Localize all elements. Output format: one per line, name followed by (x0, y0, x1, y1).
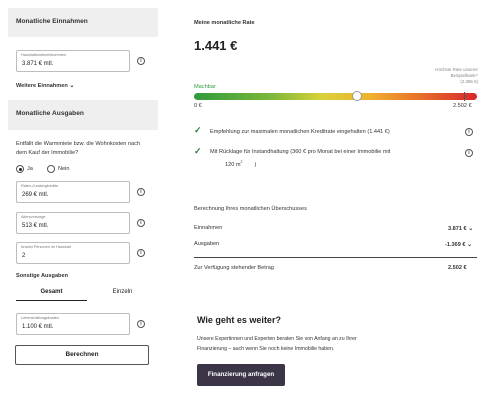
check1-text: Empfehlung zur maximalen monatlichen Kre… (210, 129, 390, 135)
radio-ja[interactable] (16, 165, 24, 173)
altersvorsorge-value: 513 € mtl. (22, 223, 49, 229)
ausgaben-header: Monatliche Ausgaben (8, 100, 158, 130)
tab-einzeln[interactable]: Einzeln (87, 283, 158, 301)
radio-nein-label: Nein (58, 166, 70, 172)
next-title: Wie geht es weiter? (197, 315, 281, 325)
check2-area-end: ) (254, 161, 257, 168)
weitere-einnahmen-toggle[interactable]: Weitere Einnahmen ⌄ (16, 82, 74, 89)
check-icon: ✓ (194, 125, 202, 135)
check-icon: ✓ (194, 146, 202, 156)
info-icon[interactable]: i (465, 149, 473, 157)
nettoeinkommen-field[interactable]: Haushaltsnettoeinkommen 3.871 € mtl. (16, 50, 130, 72)
ausgaben-amount: -1.369 € (445, 242, 466, 248)
check2-area: 120 m2) (225, 160, 256, 168)
max-rate-marker (463, 92, 466, 101)
verfuegung-label: Zur Verfügung stehender Betrag (194, 265, 274, 271)
rate-scale-bar (194, 91, 477, 101)
info-icon[interactable]: i (137, 188, 145, 196)
check2-text: Mit Rücklage für Instandhaltung (360 € p… (210, 149, 391, 155)
personen-value: 2 (22, 253, 26, 259)
rate-value: 1.441 € (194, 38, 238, 53)
rate-slider-knob[interactable] (352, 91, 362, 101)
info-icon[interactable]: i (137, 57, 145, 65)
next-text-1: Unsere Expertinnen und Experten beraten … (197, 336, 357, 342)
nettoeinkommen-value: 3.871 € mtl. (22, 61, 54, 67)
info-icon[interactable]: i (137, 320, 145, 328)
einnahmen-header: Monatliche Einnahmen (8, 8, 158, 37)
chevron-down-icon: ⌄ (468, 226, 474, 232)
weitere-einnahmen-label: Weitere Einnahmen (16, 83, 68, 89)
raten-label: Raten-/Leasingkredite (21, 184, 59, 188)
lebenshaltung-value: 1.100 € mtl. (22, 324, 54, 330)
ausgaben-value[interactable]: -1.369 € ⌄ (445, 241, 472, 248)
next-text-2: Finanzierung – auch wenn Sie noch keine … (197, 346, 335, 352)
einnahmen-label: Einnahmen (194, 225, 223, 231)
personen-label: Anzahl Personen im Haushalt (21, 245, 72, 249)
check2-area-sup: 2 (240, 160, 243, 164)
ausgaben-label: Ausgaben (194, 241, 220, 247)
rate-label: Meine monatliche Rate (194, 20, 255, 26)
nettoeinkommen-label: Haushaltsnettoeinkommen (21, 53, 66, 57)
info-icon[interactable]: i (137, 249, 145, 257)
altersvorsorge-label: Altersvorsorge (21, 215, 46, 219)
ausgaben-tabs: Gesamt Einzeln (8, 283, 150, 301)
verfuegung-value: 2.502 € (448, 265, 467, 271)
scale-min: 0 € (194, 103, 202, 109)
altersvorsorge-field[interactable]: Altersvorsorge 513 € mtl. (16, 212, 130, 234)
info-icon[interactable]: i (137, 219, 145, 227)
chevron-down-icon: ⌄ (69, 83, 75, 89)
divider (194, 257, 477, 258)
check2-area-value: 120 m (225, 161, 241, 168)
chevron-down-icon: ⌄ (467, 242, 473, 248)
scale-max: 2.502 € (453, 103, 472, 109)
sonstige-ausgaben-title: Sonstige Ausgaben (16, 273, 69, 279)
lebenshaltung-field[interactable]: Lebenshaltungskosten 1.100 € mtl. (16, 313, 130, 335)
einnahmen-amount: 3.871 € (448, 226, 467, 232)
berechnen-button[interactable]: Berechnen (15, 345, 149, 365)
radio-nein[interactable] (47, 165, 55, 173)
personen-field[interactable]: Anzahl Personen im Haushalt 2 (16, 242, 130, 264)
max-rate-note: Höchste Rate unserer Beispielbank¹⁾ (2.3… (420, 67, 478, 85)
raten-value: 269 € mtl. (22, 192, 49, 198)
info-icon[interactable]: i (465, 128, 473, 136)
radio-ja-label: Ja (27, 166, 33, 172)
calc-title: Berechnung Ihres monatlichen Überschusse… (194, 206, 307, 212)
tab-gesamt[interactable]: Gesamt (16, 283, 87, 301)
einnahmen-value[interactable]: 3.871 € ⌄ (448, 225, 473, 232)
max-note-line3: (2.386 €) (460, 79, 478, 84)
raten-field[interactable]: Raten-/Leasingkredite 269 € mtl. (16, 181, 130, 203)
wohnkosten-question: Entfällt die Warmmiete bzw. die Wohnkost… (16, 141, 141, 156)
finanzierung-anfragen-button[interactable]: Finanzierung anfragen (197, 364, 285, 386)
machbar-label: Machbar (194, 84, 216, 90)
lebenshaltung-label: Lebenshaltungskosten (21, 316, 59, 320)
